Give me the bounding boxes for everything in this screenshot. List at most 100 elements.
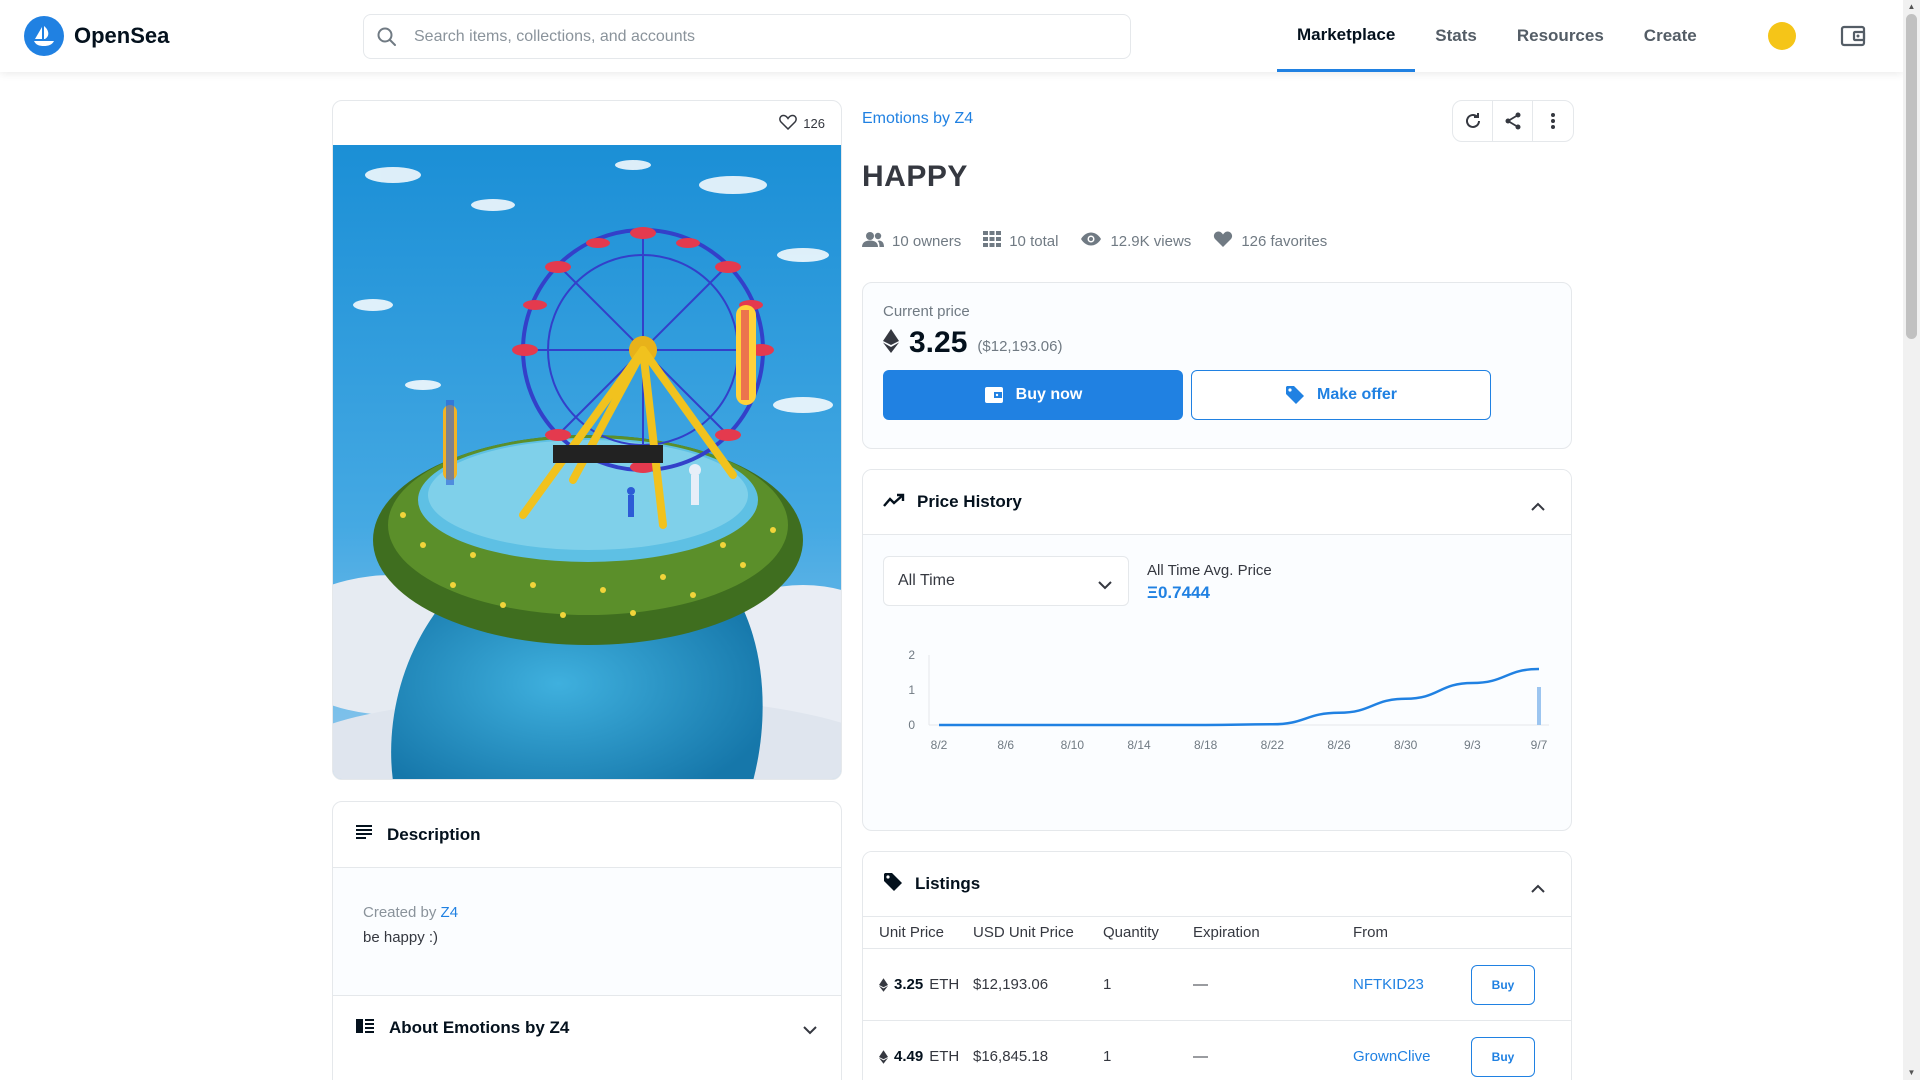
nav-resources[interactable]: Resources (1497, 0, 1624, 72)
collection-info-icon (355, 1018, 375, 1039)
owners-stat[interactable]: 10 owners (862, 230, 961, 252)
time-range-value: All Time (898, 572, 955, 589)
search-bar[interactable] (363, 14, 1131, 59)
top-navbar: OpenSea Marketplace Stats Resources Crea… (0, 0, 1903, 72)
refresh-button[interactable] (1453, 101, 1493, 141)
created-by-line: Created by Z4 (363, 904, 811, 921)
average-price: All Time Avg. Price Ξ0.7444 (1147, 562, 1272, 603)
price-card: Current price 3.25 ($12,193.06) Buy now … (862, 282, 1572, 449)
main-nav: Marketplace Stats Resources Create (1277, 0, 1717, 72)
x-tick-label: 8/18 (1194, 738, 1218, 752)
nav-marketplace[interactable]: Marketplace (1277, 0, 1416, 72)
nav-create[interactable]: Create (1624, 0, 1717, 72)
chevron-down-icon (1098, 577, 1112, 595)
listing-buy-button[interactable]: Buy (1471, 964, 1535, 1005)
creator-link[interactable]: Z4 (441, 904, 459, 921)
favorites-stat: 126 favorites (1213, 230, 1327, 252)
description-header[interactable]: Description (333, 802, 841, 868)
listings-card: Listings Unit Price USD Unit Price Quant… (862, 851, 1572, 1080)
collection-link[interactable]: Emotions by Z4 (862, 110, 973, 128)
ethereum-icon (883, 328, 899, 358)
price-history-header[interactable]: Price History (863, 470, 1571, 535)
eye-icon (1080, 232, 1102, 250)
x-tick-label: 8/22 (1261, 738, 1285, 752)
table-row: 4.49 ETH $16,845.18 1 — GrownClive Buy (863, 1021, 1571, 1080)
share-button[interactable] (1493, 101, 1533, 141)
y-tick-label: 1 (908, 683, 915, 697)
scroll-down-arrow[interactable]: ▼ (1906, 1068, 1917, 1078)
tag-icon (1285, 386, 1304, 404)
listing-seller-link[interactable]: GrownClive (1353, 1048, 1471, 1065)
current-price-label: Current price (883, 303, 970, 320)
share-icon (1505, 112, 1520, 130)
buy-now-label: Buy now (1015, 386, 1083, 403)
price-row: 3.25 ($12,193.06) (883, 326, 1551, 360)
opensea-logo-icon (24, 16, 64, 56)
listing-buy-button[interactable]: Buy (1471, 1036, 1535, 1077)
grid-icon (983, 231, 1002, 251)
col-expiration: Expiration (1193, 924, 1260, 941)
favorites-count: 126 (803, 115, 825, 131)
item-stats: 10 owners 10 total 12.9K views 126 favor… (862, 230, 1327, 252)
nft-artwork-image[interactable] (333, 145, 841, 779)
listings-title: Listings (915, 874, 981, 893)
scroll-up-arrow[interactable]: ▲ (1906, 2, 1917, 12)
more-options-button[interactable] (1533, 101, 1573, 141)
item-actions (1452, 100, 1574, 142)
y-tick-label: 0 (908, 718, 915, 732)
created-by-label: Created by (363, 904, 437, 921)
listings-header[interactable]: Listings (863, 852, 1571, 917)
time-range-select[interactable]: All Time (883, 556, 1129, 606)
logo-link[interactable]: OpenSea (24, 16, 169, 56)
wallet-icon[interactable] (1840, 24, 1866, 53)
owners-count: 10 owners (892, 232, 962, 250)
wallet-icon (984, 387, 1003, 403)
x-tick-label: 9/7 (1531, 738, 1548, 752)
listing-price-value: 4.49 (894, 1048, 924, 1065)
price-actions: Buy now Make offer (883, 370, 1551, 420)
lines-icon (355, 824, 373, 845)
listing-price-unit: ETH (929, 976, 960, 993)
listing-expiration: — (1193, 976, 1208, 993)
brand-name: OpenSea (74, 23, 170, 48)
listing-quantity: 1 (1103, 976, 1112, 993)
description-text: be happy :) (363, 929, 439, 946)
listing-usd: $16,845.18 (973, 1048, 1049, 1065)
col-usd-price: USD Unit Price (973, 924, 1074, 941)
average-price-label: All Time Avg. Price (1147, 562, 1272, 579)
profile-avatar[interactable] (1768, 22, 1796, 50)
listing-price: 4.49 ETH (863, 1048, 973, 1065)
total-stat: 10 total (983, 230, 1058, 252)
x-tick-label: 8/2 (931, 738, 948, 752)
listing-price-value: 3.25 (894, 976, 924, 993)
make-offer-label: Make offer (1316, 386, 1398, 403)
chevron-up-icon[interactable] (1531, 496, 1545, 516)
about-collection-title: About Emotions by Z4 (389, 1018, 570, 1037)
views-count: 12.9K views (1110, 232, 1192, 250)
about-collection-header[interactable]: About Emotions by Z4 (333, 996, 841, 1060)
favorite-bar: 126 (333, 101, 841, 145)
listing-price-unit: ETH (929, 1048, 960, 1065)
chevron-up-icon[interactable] (1531, 878, 1545, 898)
nav-stats[interactable]: Stats (1415, 0, 1497, 72)
heart-icon[interactable] (779, 114, 798, 133)
price-history-chart[interactable]: 2 1 0 8/2 8/6 8/10 8/14 8/18 8/22 8/26 8/30 9/3 9/7 (893, 645, 1553, 805)
trending-icon (883, 492, 905, 512)
ethereum-icon (879, 1049, 888, 1064)
x-tick-label: 8/26 (1327, 738, 1351, 752)
nft-media-card: 126 (332, 100, 842, 780)
description-body: Created by Z4 be happy :) (333, 868, 841, 996)
price-value: 3.25 (909, 326, 968, 359)
listing-price: 3.25 ETH (863, 976, 973, 993)
make-offer-button[interactable]: Make offer (1191, 370, 1491, 420)
x-tick-label: 8/14 (1127, 738, 1151, 752)
x-tick-label: 9/3 (1464, 738, 1481, 752)
search-input[interactable] (414, 27, 1130, 46)
chevron-down-icon[interactable] (803, 1020, 817, 1040)
more-vertical-icon (1551, 113, 1555, 129)
y-tick-label: 2 (908, 648, 915, 662)
col-quantity: Quantity (1103, 924, 1159, 941)
buy-now-button[interactable]: Buy now (883, 370, 1183, 420)
scrollbar-thumb[interactable] (1906, 14, 1917, 339)
listing-seller-link[interactable]: NFTKID23 (1353, 976, 1471, 993)
